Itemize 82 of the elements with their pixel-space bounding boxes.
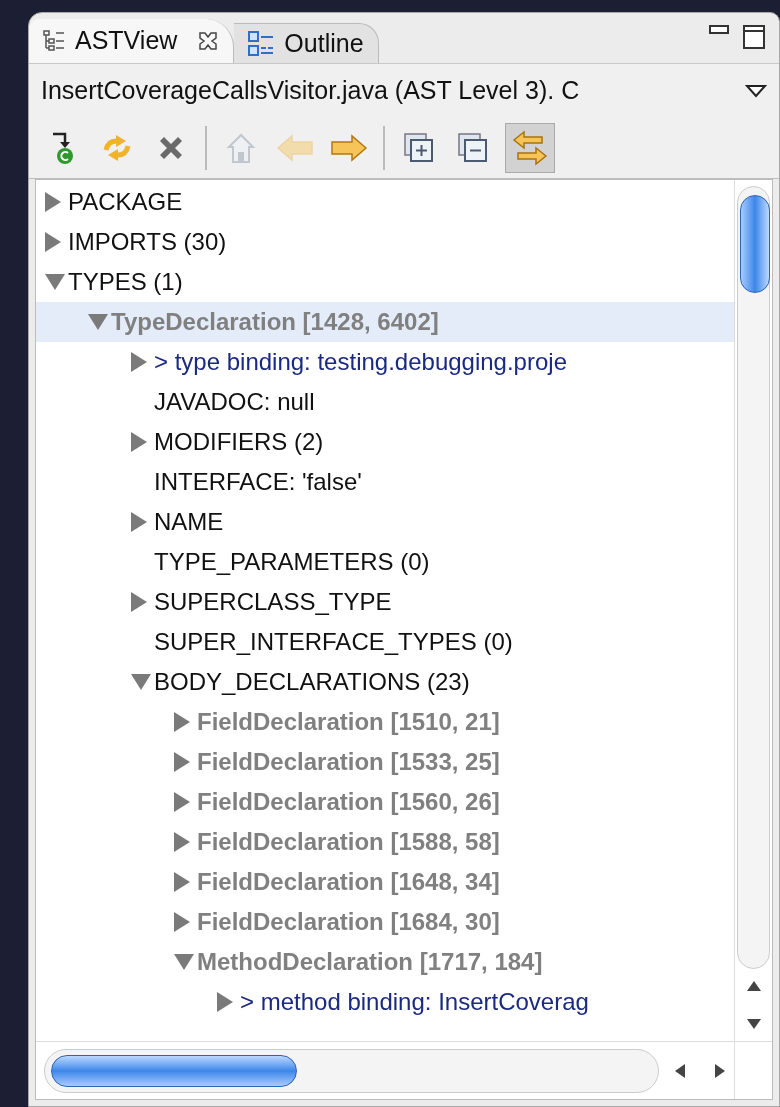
view-tab[interactable]: Outline [234,23,379,63]
tree-row[interactable]: INTERFACE: 'false' [36,462,734,502]
minimize-icon[interactable] [709,25,729,35]
collapsed-arrow-icon[interactable] [173,751,191,773]
tree-row[interactable]: FieldDeclaration [1533, 25] [36,742,734,782]
tree-label: TYPES (1) [68,267,183,297]
expanded-arrow-icon[interactable] [44,273,66,291]
scroll-up-icon[interactable] [745,979,762,993]
collapsed-arrow-icon[interactable] [44,191,62,213]
collapsed-arrow-icon[interactable] [173,911,191,933]
forward-arrow-icon [330,133,368,162]
tree-label: SUPERCLASS_TYPE [154,587,392,617]
collapse-all-icon [458,132,488,163]
expand-all-icon [404,132,434,163]
tree-row[interactable]: FieldDeclaration [1588, 58] [36,822,734,862]
outline-icon [248,30,275,57]
tree-row[interactable]: FieldDeclaration [1648, 34] [36,862,734,902]
tree-row[interactable]: NAME [36,502,734,542]
tree-label: BODY_DECLARATIONS (23) [154,667,470,697]
tree-label: MethodDeclaration [1717, 184] [197,947,543,977]
tree-label: FieldDeclaration [1684, 30] [197,907,500,937]
home-icon [226,131,256,164]
tree-label: MODIFIERS (2) [154,427,324,457]
tree-row[interactable]: MethodDeclaration [1717, 184] [36,942,734,982]
tree-row[interactable]: > type binding: testing.debugging.proje [36,342,734,382]
tree-icon [43,30,65,52]
tree-row[interactable]: FieldDeclaration [1560, 26] [36,782,734,822]
scroll-right-icon[interactable] [713,1062,727,1079]
view-title: InsertCoverageCallsVisitor.java (AST Level 3). C [41,74,580,106]
swap-arrows-button[interactable] [505,122,555,173]
tree-row[interactable]: TYPES (1) [36,262,734,302]
close-icon[interactable] [197,30,220,52]
tree-label: INTERFACE: 'false' [154,467,362,497]
tree-label: FieldDeclaration [1560, 26] [197,787,500,817]
tree-label: FieldDeclaration [1510, 21] [197,707,500,737]
tree-label: TypeDeclaration [1428, 6402] [111,307,439,337]
scroll-left-icon[interactable] [673,1062,687,1079]
tree-label: PACKAGE [68,187,183,217]
expanded-arrow-icon[interactable] [130,673,152,691]
tree-row[interactable]: TYPE_PARAMETERS (0) [36,542,734,582]
collapsed-arrow-icon[interactable] [216,991,234,1013]
collapsed-arrow-icon[interactable] [130,351,148,373]
tree-label: SUPER_INTERFACE_TYPES (0) [154,627,513,657]
view-menu-icon[interactable] [745,83,767,98]
scrollbar-thumb[interactable] [51,1054,297,1087]
tree-row[interactable]: PACKAGE [36,182,734,222]
tree-label: > method binding: InsertCoverag [240,987,589,1017]
horizontal-scrollbar[interactable] [44,1048,659,1093]
swap-arrows-icon [512,129,548,166]
tree-row[interactable]: SUPER_INTERFACE_TYPES (0) [36,622,734,662]
tree-label: > type binding: testing.debugging.proje [154,347,567,377]
tree-row[interactable]: > method binding: InsertCoverag [36,982,734,1022]
maximize-icon[interactable] [743,25,765,49]
expanded-arrow-icon[interactable] [173,953,195,971]
collapsed-arrow-icon[interactable] [130,591,148,613]
tree-row[interactable]: MODIFIERS (2) [36,422,734,462]
collapsed-arrow-icon[interactable] [173,711,191,733]
tree-label: IMPORTS (30) [68,227,227,257]
tree-row[interactable]: BODY_DECLARATIONS (23) [36,662,734,702]
tree-label: JAVADOC: null [154,387,315,417]
collapsed-arrow-icon[interactable] [173,871,191,893]
view-tab[interactable]: ASTView [29,19,235,63]
tree-row[interactable]: FieldDeclaration [1684, 30] [36,902,734,942]
back-arrow-icon [276,133,314,162]
tree-label: TYPE_PARAMETERS (0) [154,547,430,577]
expanded-arrow-icon[interactable] [87,313,109,331]
tree-row[interactable]: FieldDeclaration [1510, 21] [36,702,734,742]
collapsed-arrow-icon[interactable] [130,511,148,533]
collapsed-arrow-icon[interactable] [44,231,62,253]
collapsed-arrow-icon[interactable] [173,831,191,853]
collapsed-arrow-icon[interactable] [173,791,191,813]
collapsed-arrow-icon[interactable] [130,431,148,453]
tree-label: NAME [154,507,224,537]
tree-label: FieldDeclaration [1533, 25] [197,747,500,777]
tree-label: FieldDeclaration [1588, 58] [197,827,500,857]
tree-row[interactable]: IMPORTS (30) [36,222,734,262]
scrollbar-thumb[interactable] [740,195,770,293]
tree-row[interactable]: SUPERCLASS_TYPE [36,582,734,622]
tree-label: FieldDeclaration [1648, 34] [197,867,500,897]
scroll-down-icon[interactable] [745,1017,762,1031]
vertical-scrollbar[interactable] [737,186,770,969]
tree-row[interactable]: JAVADOC: null [36,382,734,422]
